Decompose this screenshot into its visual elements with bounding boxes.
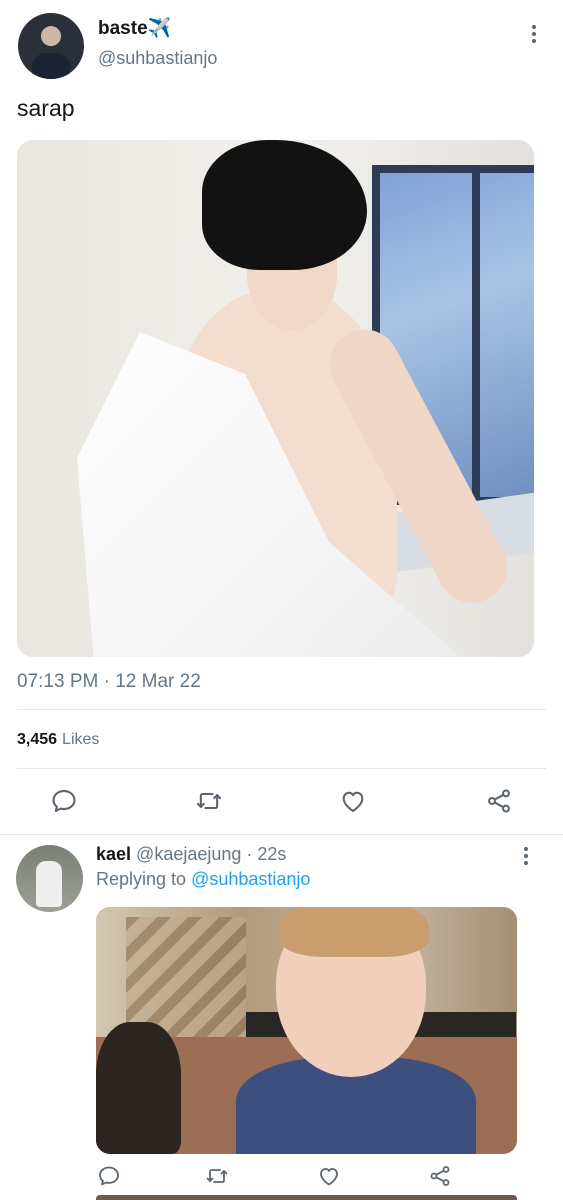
divider xyxy=(0,834,563,835)
handle[interactable]: @suhbastianjo xyxy=(98,48,217,69)
replying-to: Replying to @suhbastianjo xyxy=(96,869,310,890)
likes-row[interactable]: 3,456 Likes xyxy=(17,731,99,749)
heart-icon[interactable] xyxy=(317,1164,341,1188)
tweet-photo[interactable] xyxy=(17,140,534,657)
likes-count: 3,456 xyxy=(17,731,58,748)
next-photo-edge xyxy=(96,1195,517,1200)
avatar[interactable] xyxy=(16,845,83,912)
replying-to-link[interactable]: @suhbastianjo xyxy=(191,869,310,889)
tweet-text: sarap xyxy=(17,95,75,121)
replying-prefix: Replying to xyxy=(96,869,192,889)
avatar[interactable] xyxy=(18,13,84,79)
retweet-icon[interactable] xyxy=(205,1164,229,1188)
share-icon[interactable] xyxy=(428,1164,452,1188)
tweet-timestamp[interactable]: 07:13 PM · 12 Mar 22 xyxy=(17,671,201,693)
display-name[interactable]: baste✈️ xyxy=(98,16,171,40)
reply-icon[interactable] xyxy=(50,787,78,815)
handle-time[interactable]: @kaejaejung · 22s xyxy=(136,844,286,864)
display-name[interactable]: kael xyxy=(96,844,131,864)
reply-header: kael @kaejaejung · 22s xyxy=(96,844,286,865)
divider xyxy=(17,768,546,769)
more-options-icon[interactable] xyxy=(524,25,544,43)
tweet-photo[interactable] xyxy=(96,907,517,1154)
share-icon[interactable] xyxy=(485,787,513,815)
retweet-icon[interactable] xyxy=(195,787,223,815)
more-options-icon[interactable] xyxy=(516,847,536,865)
heart-icon[interactable] xyxy=(339,787,367,815)
divider xyxy=(17,709,546,710)
reply-icon[interactable] xyxy=(97,1164,121,1188)
likes-label: Likes xyxy=(62,731,100,748)
